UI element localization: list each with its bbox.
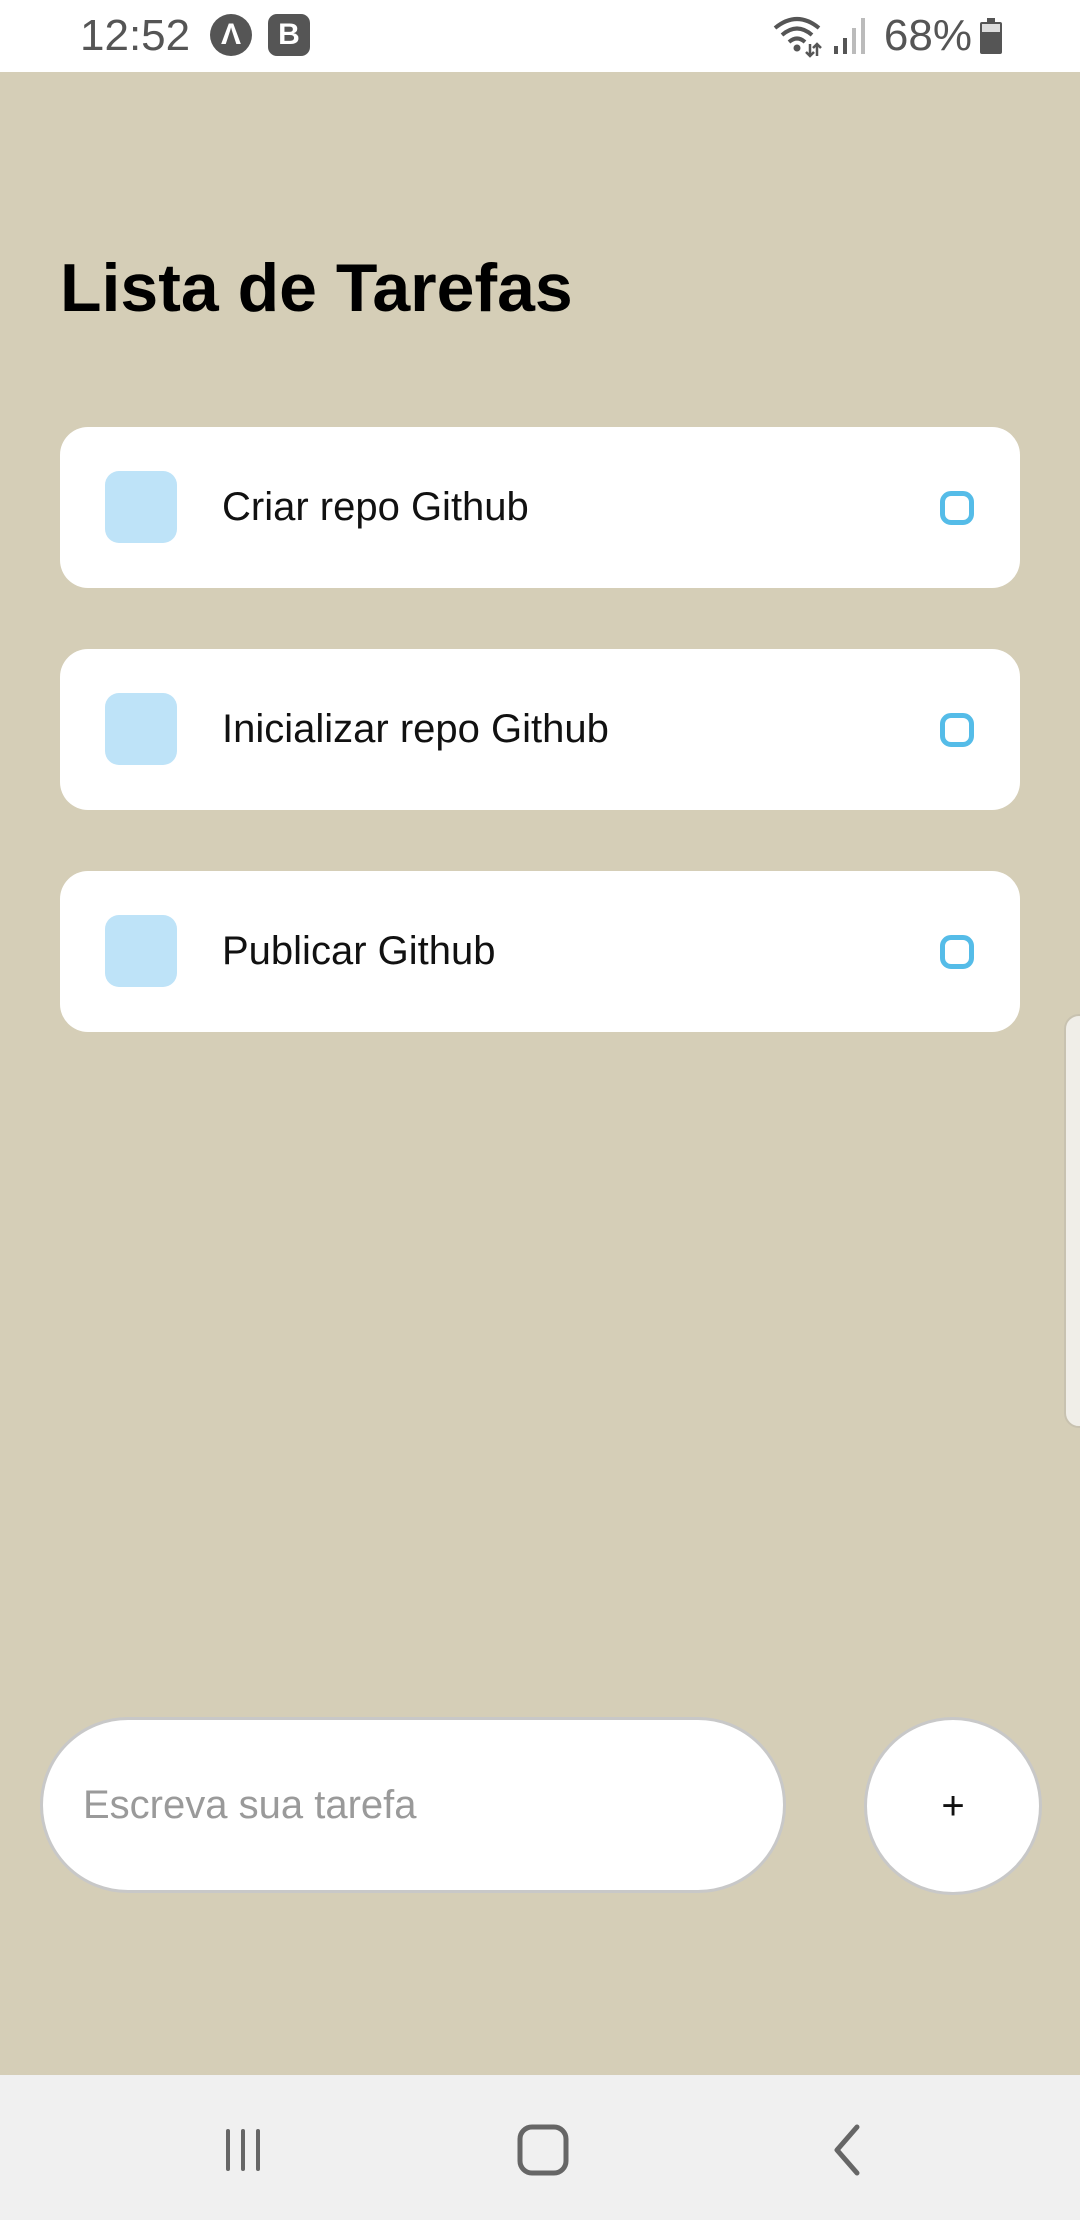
recents-icon [226,2129,260,2171]
task-square-icon [105,693,177,765]
b-notification-icon: B [268,14,310,56]
battery-icon [980,18,1002,54]
expo-notification-icon: Λ [210,14,252,56]
status-time: 12:52 [80,11,191,60]
task-square-icon [105,471,177,543]
task-item[interactable]: Publicar Github [60,871,1020,1032]
back-button[interactable] [812,2115,882,2185]
task-circle-icon [940,491,974,525]
signal-icon [833,18,865,54]
task-item[interactable]: Inicializar repo Github [60,649,1020,810]
home-button[interactable] [508,2115,578,2185]
task-text: Publicar Github [222,929,496,973]
task-square-icon [105,915,177,987]
home-icon [517,2124,569,2176]
wifi-icon [773,17,822,58]
back-icon [834,2124,860,2176]
status-bar: 12:52 Λ B 68% [0,0,1080,72]
page-title: Lista de Tarefas [60,250,573,326]
task-text: Criar repo Github [222,485,529,529]
task-text: Inicializar repo Github [222,707,609,751]
navigation-bar [0,2075,1080,2220]
task-list: Criar repo Github Inicializar repo Githu… [60,427,1020,1093]
battery-percent: 68% [883,11,972,60]
recents-button[interactable] [208,2115,278,2185]
task-input[interactable] [40,1717,786,1893]
add-task-button[interactable]: + [864,1717,1042,1895]
status-indicators: 68% [772,10,1002,62]
edge-panel-handle[interactable] [1064,1014,1080,1428]
task-circle-icon [940,935,974,969]
task-item[interactable]: Criar repo Github [60,427,1020,588]
task-circle-icon [940,713,974,747]
